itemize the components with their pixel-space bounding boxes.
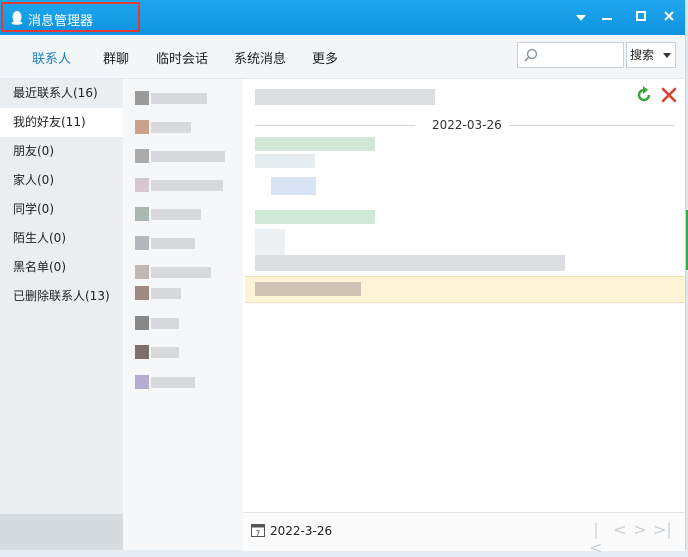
search-button[interactable]: 搜索 (626, 42, 676, 68)
tab-system-messages[interactable]: 系统消息 (234, 48, 286, 67)
date-divider-right (509, 125, 674, 126)
message-text-redacted (271, 177, 316, 195)
refresh-icon[interactable] (635, 86, 653, 104)
contact-name-redacted (151, 122, 191, 133)
sidebar-item-classmates[interactable]: 同学(0) (0, 195, 123, 224)
contact-name-redacted (151, 180, 223, 191)
message-manager-window: 消息管理器 联系人 群聊 临时会话 系统消息 更多 搜索 最近联系人(16) 我… (0, 0, 686, 557)
delete-icon[interactable] (660, 86, 678, 104)
title-highlight-box (1, 2, 140, 32)
avatar (135, 316, 149, 330)
highlighted-message-row[interactable] (245, 276, 685, 303)
chat-contact-name-redacted (255, 89, 435, 105)
calendar-icon[interactable]: 7 (251, 523, 265, 537)
sidebar-item-label: 已删除联系人(13) (13, 289, 110, 303)
tab-more[interactable]: 更多 (312, 48, 338, 67)
avatar (135, 265, 149, 279)
sidebar-item-label: 同学(0) (13, 202, 54, 216)
contact-group-sidebar: 最近联系人(16) 我的好友(11) 朋友(0) 家人(0) 同学(0) 陌生人… (0, 79, 123, 550)
sidebar-item-label: 黑名单(0) (13, 260, 66, 274)
message-text-redacted (255, 255, 565, 271)
avatar (135, 207, 149, 221)
tab-temp-session[interactable]: 临时会话 (156, 48, 208, 67)
sidebar-item-my-friends[interactable]: 我的好友(11) (0, 108, 123, 137)
message-text-redacted (255, 229, 285, 255)
avatar (135, 236, 149, 250)
date-header: 2022-03-26 (432, 118, 502, 132)
sidebar-item-strangers[interactable]: 陌生人(0) (0, 224, 123, 253)
contact-name-redacted (151, 238, 195, 249)
minimize-icon[interactable] (598, 8, 616, 26)
sidebar-item-label: 最近联系人(16) (13, 86, 98, 100)
sidebar-item-label: 我的好友(11) (13, 115, 86, 129)
tab-contacts[interactable]: 联系人 (32, 48, 71, 67)
search-input[interactable] (517, 42, 624, 68)
chat-footer: 7 2022-3-26 |< < > >| (243, 512, 685, 557)
avatar (135, 91, 149, 105)
sidebar-item-recent[interactable]: 最近联系人(16) (0, 79, 123, 108)
prev-page-icon[interactable]: < (613, 521, 627, 539)
dropdown-icon[interactable] (572, 8, 590, 26)
search-button-label: 搜索 (630, 48, 655, 62)
sidebar-item-deleted[interactable]: 已删除联系人(13) (0, 282, 123, 311)
sidebar-item-family[interactable]: 家人(0) (0, 166, 123, 195)
avatar (135, 149, 149, 163)
next-page-icon[interactable]: > (633, 521, 647, 539)
message-sender-redacted (255, 210, 375, 224)
nav-bar: 联系人 群聊 临时会话 系统消息 更多 搜索 (0, 35, 685, 79)
close-icon[interactable] (660, 8, 678, 26)
contact-name-redacted (151, 347, 179, 358)
tab-group-chat[interactable]: 群聊 (103, 48, 129, 67)
chevron-down-icon (663, 53, 671, 58)
sidebar-item-label: 陌生人(0) (13, 231, 66, 245)
last-page-icon[interactable]: >| (653, 521, 672, 539)
avatar (135, 375, 149, 389)
contact-name-redacted (151, 288, 181, 299)
title-bar: 消息管理器 (0, 0, 685, 35)
contact-name-redacted (151, 93, 207, 104)
sidebar-footer (0, 514, 123, 550)
contact-list (123, 79, 243, 550)
contact-name-redacted (151, 209, 201, 220)
sidebar-item-blacklist[interactable]: 黑名单(0) (0, 253, 123, 282)
first-page-icon[interactable]: |< (589, 521, 603, 557)
chat-history-pane: 2022-03-26 7 2022-3-26 |< < > >| (243, 79, 685, 557)
contact-name-redacted (151, 377, 195, 388)
maximize-icon[interactable] (632, 8, 650, 26)
avatar (135, 120, 149, 134)
sidebar-item-label: 家人(0) (13, 173, 54, 187)
contact-name-redacted (151, 151, 225, 162)
message-text-redacted (255, 282, 361, 296)
avatar (135, 286, 149, 300)
search-icon (524, 48, 538, 62)
sidebar-item-label: 朋友(0) (13, 144, 54, 158)
date-divider-left (255, 125, 415, 126)
svg-text:7: 7 (256, 530, 260, 538)
message-sender-redacted (255, 137, 375, 151)
contact-name-redacted (151, 267, 211, 278)
avatar (135, 345, 149, 359)
selected-date: 2022-3-26 (270, 524, 333, 538)
avatar (135, 178, 149, 192)
contact-name-redacted (151, 318, 179, 329)
sidebar-item-friends[interactable]: 朋友(0) (0, 137, 123, 166)
message-text-redacted (255, 154, 315, 168)
